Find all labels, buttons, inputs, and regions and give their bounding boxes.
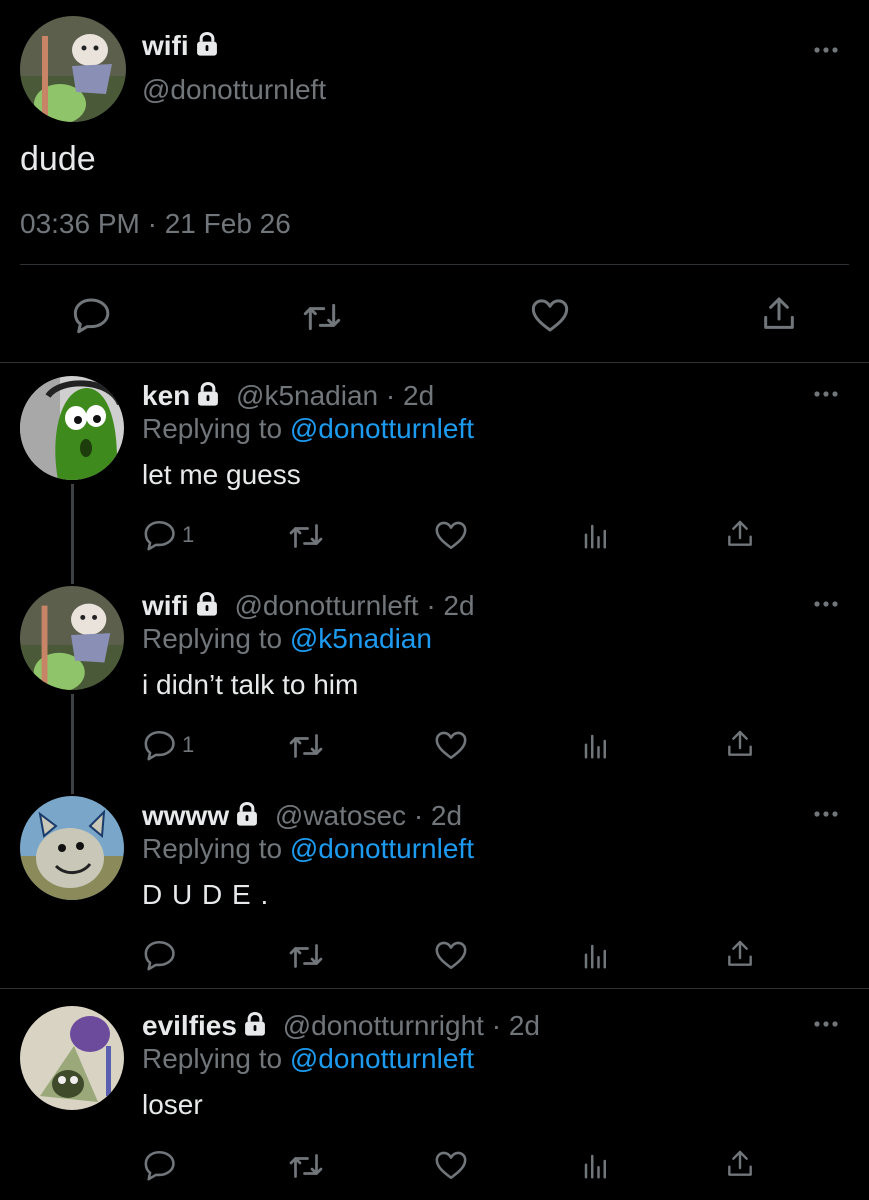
thread-line [71, 484, 74, 584]
like-icon[interactable] [434, 728, 468, 762]
display-name[interactable]: ken [142, 380, 190, 411]
more-icon[interactable] [813, 45, 839, 55]
tweet-age: · 2d [385, 380, 435, 411]
analytics-icon[interactable] [581, 1151, 611, 1181]
tweet-text: loser [142, 1089, 203, 1120]
divider [0, 988, 869, 989]
display-name[interactable]: wwww [142, 800, 229, 831]
more-icon[interactable] [813, 1019, 839, 1029]
lock-icon [241, 1010, 269, 1038]
display-name[interactable]: evilfies [142, 1010, 237, 1041]
replying-to-link[interactable]: @donotturnleft [290, 413, 474, 444]
retweet-icon[interactable] [288, 1148, 324, 1184]
user-handle[interactable]: @k5nadian [236, 380, 378, 411]
user-handle[interactable]: @watosec [275, 800, 406, 831]
retweet-icon[interactable] [288, 518, 324, 554]
reply-icon[interactable] [143, 1148, 177, 1182]
replying-to-label: Replying to [142, 833, 283, 864]
divider [0, 362, 869, 363]
avatar[interactable] [20, 586, 124, 690]
reply-count: 1 [182, 732, 195, 757]
analytics-icon[interactable] [581, 941, 611, 971]
tweet-text: D U D E . [142, 879, 270, 910]
avatar[interactable] [20, 1006, 124, 1110]
lock-icon [193, 30, 221, 58]
replying-to-link[interactable]: @k5nadian [290, 623, 432, 654]
reply-icon[interactable] [143, 728, 177, 762]
tweet-timestamp: 03:36 PM · 21 Feb 26 [20, 208, 291, 239]
replying-to-label: Replying to [142, 413, 283, 444]
more-icon[interactable] [813, 389, 839, 399]
like-icon[interactable] [434, 938, 468, 972]
lock-icon [233, 800, 261, 828]
tweet-text: i didn’t talk to him [142, 669, 359, 700]
like-icon[interactable] [434, 518, 468, 552]
avatar[interactable] [20, 376, 124, 480]
like-icon[interactable] [530, 295, 570, 335]
tweet-age: · 2d [491, 1010, 540, 1041]
user-handle[interactable]: @donotturnleft [234, 590, 418, 621]
lock-icon [194, 380, 222, 408]
display-name[interactable]: wifi [142, 590, 189, 621]
retweet-icon[interactable] [288, 938, 324, 974]
analytics-icon[interactable] [581, 521, 611, 551]
tweet-age: · 2d [413, 800, 463, 831]
replying-to-link[interactable]: @donotturnleft [290, 1043, 474, 1074]
share-icon[interactable] [724, 938, 756, 970]
user-handle[interactable]: @donotturnright [283, 1010, 484, 1041]
share-icon[interactable] [724, 518, 756, 550]
share-icon[interactable] [759, 294, 799, 334]
user-handle[interactable]: @donotturnleft [142, 74, 326, 106]
tweet-text: dude [20, 140, 96, 178]
reply-icon[interactable] [72, 295, 112, 335]
like-icon[interactable] [434, 1148, 468, 1182]
divider [20, 264, 849, 265]
retweet-icon[interactable] [288, 728, 324, 764]
reply-icon[interactable] [143, 518, 177, 552]
more-icon[interactable] [813, 599, 839, 609]
replying-to-link[interactable]: @donotturnleft [290, 833, 474, 864]
analytics-icon[interactable] [581, 731, 611, 761]
reply-icon[interactable] [143, 938, 177, 972]
avatar[interactable] [20, 16, 126, 122]
replying-to-label: Replying to [142, 1043, 283, 1074]
share-icon[interactable] [724, 728, 756, 760]
lock-icon [193, 590, 221, 618]
more-icon[interactable] [813, 809, 839, 819]
retweet-icon[interactable] [302, 297, 342, 337]
reply-count: 1 [182, 522, 195, 547]
tweet-age: · 2d [426, 590, 475, 621]
tweet-text: let me guess [142, 459, 301, 490]
share-icon[interactable] [724, 1148, 756, 1180]
replying-to-label: Replying to [142, 623, 283, 654]
avatar[interactable] [20, 796, 124, 900]
display-name[interactable]: wifi [142, 30, 189, 61]
thread-line [71, 694, 74, 794]
